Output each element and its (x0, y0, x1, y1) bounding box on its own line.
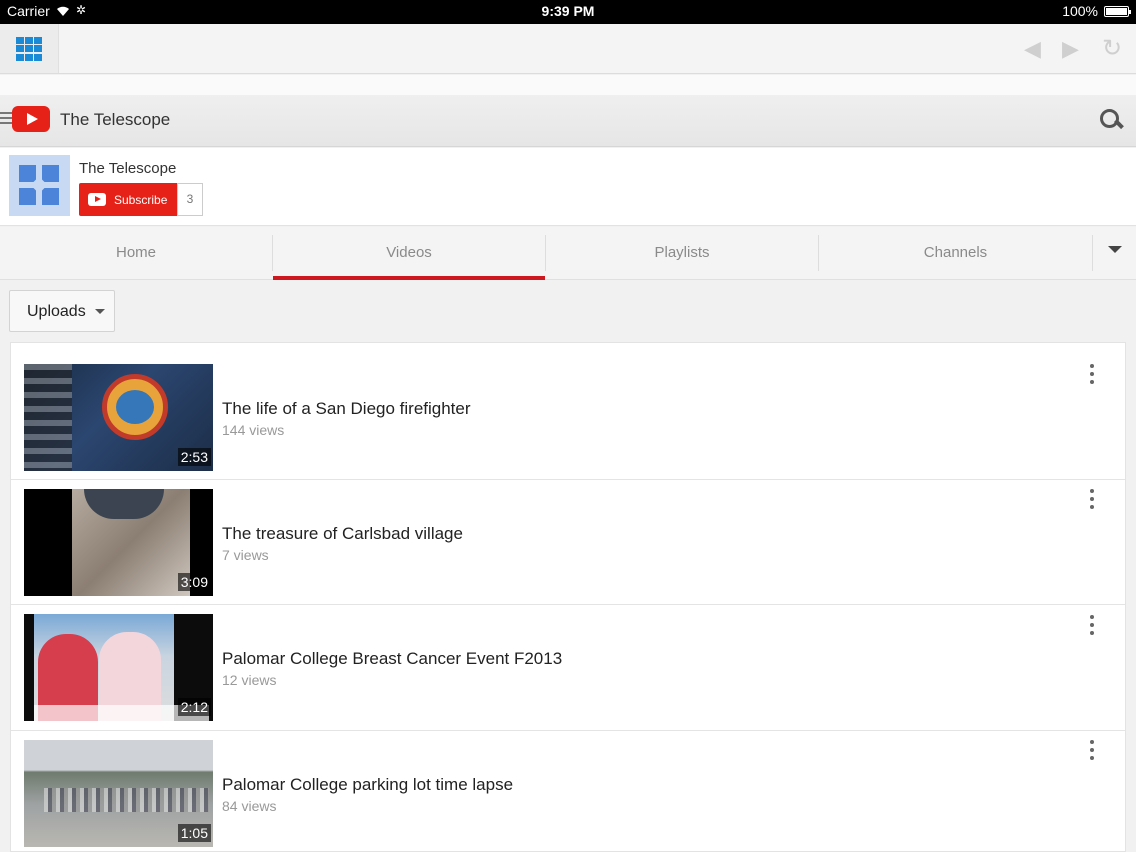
video-thumbnail[interactable]: 2:53 (24, 364, 213, 471)
video-list: 2:53 The life of a San Diego firefighter… (10, 342, 1126, 852)
subscribe-button[interactable]: Subscribe (79, 183, 177, 216)
uploads-label: Uploads (27, 303, 86, 320)
subscriber-count: 3 (177, 183, 203, 216)
video-duration: 2:53 (177, 448, 211, 466)
video-views: 84 views (222, 798, 277, 814)
battery-icon (1104, 6, 1131, 17)
tab-channels[interactable]: Channels (819, 227, 1092, 279)
toolbar-spacer (0, 75, 1136, 95)
video-thumbnail[interactable]: 2:12 (24, 614, 213, 721)
video-thumbnail[interactable]: 1:05 (24, 740, 213, 847)
channel-name: The Telescope (79, 160, 177, 177)
video-duration: 1:05 (177, 824, 211, 842)
channel-tabs: Home Videos Playlists Channels (0, 227, 1136, 280)
tab-home[interactable]: Home (0, 227, 272, 279)
search-icon[interactable] (1100, 109, 1122, 131)
more-options-icon[interactable] (1086, 740, 1098, 764)
battery-percentage: 100% (1062, 3, 1098, 19)
uploads-dropdown[interactable]: Uploads (9, 290, 115, 332)
video-item[interactable]: 1:05 Palomar College parking lot time la… (11, 719, 1125, 847)
reload-icon[interactable]: ↻ (1102, 34, 1122, 63)
clock: 9:39 PM (541, 3, 595, 19)
video-title[interactable]: The treasure of Carlsbad village (222, 524, 463, 544)
video-views: 7 views (222, 547, 269, 563)
caret-down-icon (95, 309, 105, 314)
back-arrow-icon[interactable]: ◀ (1024, 36, 1041, 62)
app-header: The Telescope (0, 95, 1136, 147)
channel-avatar[interactable] (9, 155, 70, 216)
video-views: 144 views (222, 422, 285, 438)
menu-icon[interactable] (0, 112, 12, 126)
video-views: 12 views (222, 672, 277, 688)
video-item[interactable]: 2:53 The life of a San Diego firefighter… (11, 343, 1125, 480)
grid-icon (16, 37, 42, 61)
video-item[interactable]: 2:12 Palomar College Breast Cancer Event… (11, 594, 1125, 731)
more-tabs-caret-icon[interactable] (1093, 227, 1136, 279)
video-duration: 2:12 (177, 698, 211, 716)
tab-videos[interactable]: Videos (273, 227, 545, 280)
youtube-play-icon (88, 193, 106, 206)
video-thumbnail[interactable]: 3:09 (24, 489, 213, 596)
forward-arrow-icon[interactable]: ▶ (1062, 36, 1079, 62)
more-options-icon[interactable] (1086, 489, 1098, 513)
more-options-icon[interactable] (1086, 615, 1098, 639)
apps-button[interactable] (0, 24, 59, 73)
video-title[interactable]: The life of a San Diego firefighter (222, 399, 471, 419)
subscribe-label: Subscribe (114, 193, 168, 207)
video-title[interactable]: Palomar College parking lot time lapse (222, 775, 513, 795)
header-title: The Telescope (60, 110, 171, 129)
video-title[interactable]: Palomar College Breast Cancer Event F201… (222, 649, 562, 669)
channel-header: The Telescope Subscribe 3 (0, 148, 1136, 226)
tab-playlists[interactable]: Playlists (546, 227, 818, 279)
video-item[interactable]: 3:09 The treasure of Carlsbad village 7 … (11, 468, 1125, 605)
status-bar: Carrier ✲ 9:39 PM 100% (0, 0, 1136, 24)
video-duration: 3:09 (177, 573, 211, 591)
browser-toolbar: ◀ ▶ ↻ (0, 24, 1136, 74)
youtube-logo-icon[interactable] (12, 106, 50, 132)
more-options-icon[interactable] (1086, 364, 1098, 388)
